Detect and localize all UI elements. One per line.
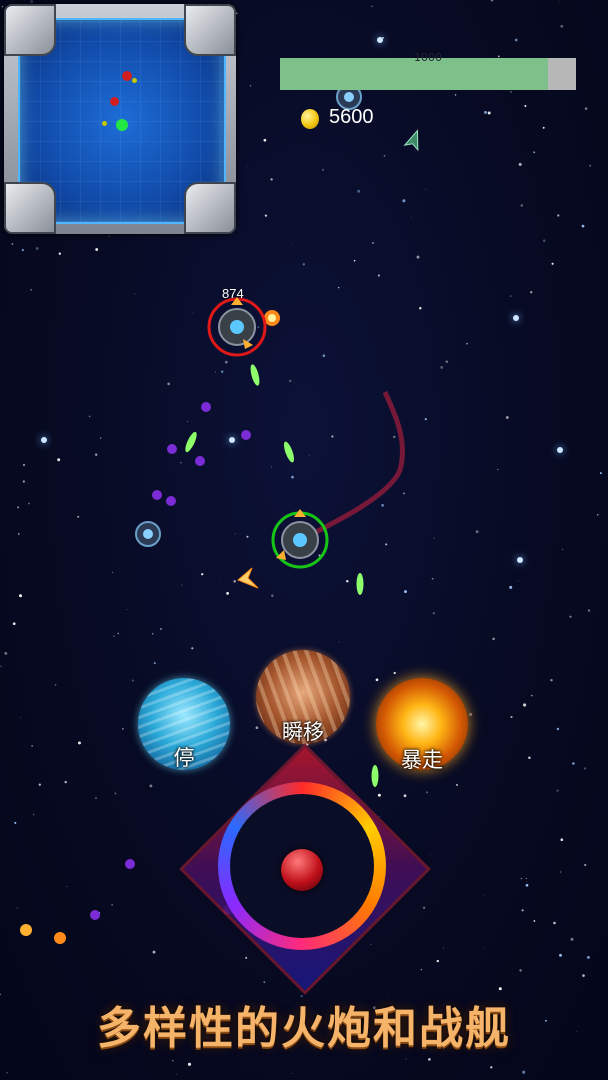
skill-rampage-button[interactable]: 暴走 <box>376 678 468 772</box>
player-hp-bar: 1000 <box>280 52 576 90</box>
joystick-knob[interactable] <box>281 849 323 891</box>
minimap-enemy-blip <box>110 97 119 106</box>
green-shot <box>284 441 294 463</box>
skill-stop-button[interactable]: 停 <box>138 678 230 770</box>
skill-rampage-label: 暴走 <box>401 748 443 772</box>
spark <box>268 314 276 322</box>
minimap-item-blip <box>102 121 107 126</box>
spark <box>54 932 66 944</box>
player-hp-value: 1000 <box>414 51 442 64</box>
skill-teleport-button[interactable]: 瞬移 <box>256 650 350 744</box>
enemy-ship <box>207 297 267 357</box>
minimap-corner <box>184 4 236 56</box>
purple-shot <box>195 456 205 466</box>
minimap[interactable] <box>4 4 236 234</box>
minimap-corner <box>4 4 56 56</box>
minimap-enemy-blip <box>122 71 132 81</box>
player-ship <box>271 509 329 569</box>
spark <box>20 924 32 936</box>
purple-shot <box>152 490 162 500</box>
space-mine-left <box>135 521 161 547</box>
minimap-item-blip <box>132 78 137 83</box>
coin-count: 5600 <box>329 106 374 128</box>
purple-shot <box>90 910 100 920</box>
green-shot <box>356 573 364 595</box>
enemy-hp-label: 874 <box>222 286 244 301</box>
minimap-corner <box>4 182 56 234</box>
purple-shot <box>167 444 177 454</box>
promo-banner: 多样性的火炮和战舰 <box>97 1003 511 1054</box>
orange-arrow-shot <box>237 567 259 589</box>
purple-shot <box>201 402 211 412</box>
green-shot <box>250 364 260 386</box>
coin-icon <box>301 109 319 129</box>
purple-shot <box>125 859 135 869</box>
purple-shot <box>166 496 176 506</box>
skill-stop-label: 停 <box>173 746 195 770</box>
purple-shot <box>241 430 251 440</box>
green-shot <box>185 431 197 453</box>
minimap-corner <box>184 182 236 234</box>
drone-ship <box>403 129 419 152</box>
skill-teleport-label: 瞬移 <box>282 720 324 744</box>
minimap-player-blip <box>116 119 128 131</box>
